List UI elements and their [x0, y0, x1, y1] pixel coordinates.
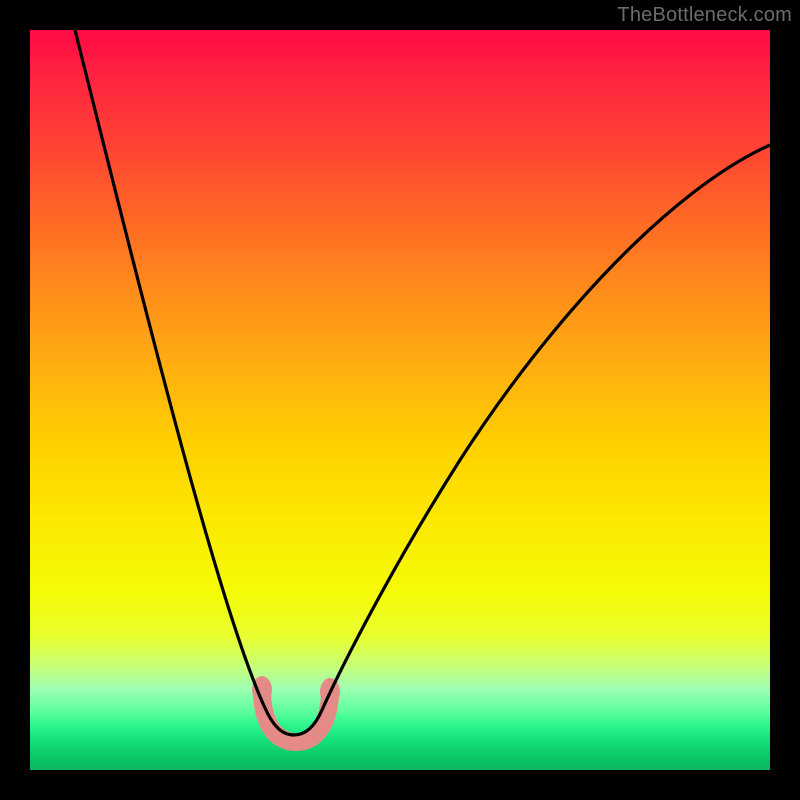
chart-frame: TheBottleneck.com	[0, 0, 800, 800]
watermark-text: TheBottleneck.com	[617, 4, 792, 27]
left-curve-path	[75, 30, 322, 735]
curve-layer	[30, 30, 770, 770]
right-curve-path	[322, 145, 770, 710]
plot-area	[30, 30, 770, 770]
